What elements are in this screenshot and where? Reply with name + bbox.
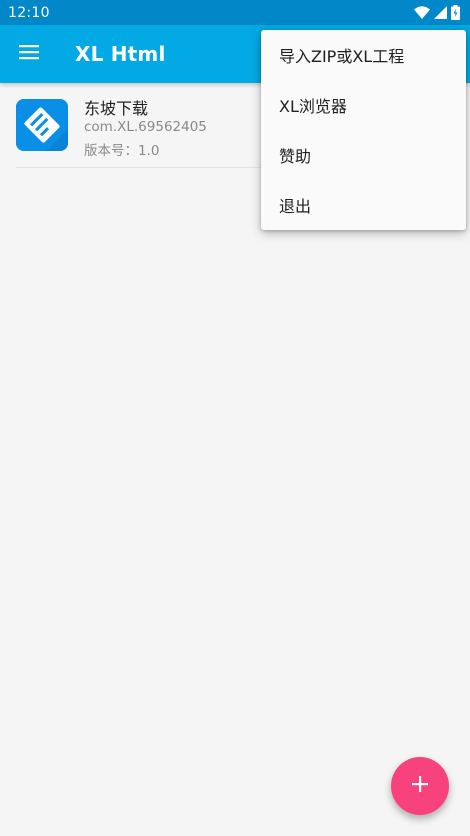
wifi-icon [414, 6, 430, 19]
menu-item-sponsor[interactable]: 赞助 [261, 130, 466, 180]
status-icons [414, 5, 460, 20]
battery-icon [451, 5, 460, 20]
plus-icon [411, 775, 429, 797]
project-version: 版本号：1.0 [84, 143, 160, 159]
signal-icon [434, 6, 447, 19]
menu-item-import-zip[interactable]: 导入ZIP或XL工程 [261, 30, 466, 80]
project-name: 东坡下载 [84, 99, 149, 118]
status-bar: 12:10 [0, 0, 470, 25]
menu-item-exit[interactable]: 退出 [261, 180, 466, 230]
overflow-menu: 导入ZIP或XL工程 XL浏览器 赞助 退出 [261, 30, 466, 230]
menu-button[interactable] [0, 25, 58, 83]
app-title: XL Html [75, 42, 166, 66]
project-package: com.XL.69562405 [84, 119, 207, 135]
menu-item-xl-browser[interactable]: XL浏览器 [261, 80, 466, 130]
app-icon [16, 99, 68, 151]
status-time: 12:10 [8, 4, 50, 21]
menu-icon [19, 44, 39, 64]
add-project-button[interactable] [391, 757, 449, 815]
